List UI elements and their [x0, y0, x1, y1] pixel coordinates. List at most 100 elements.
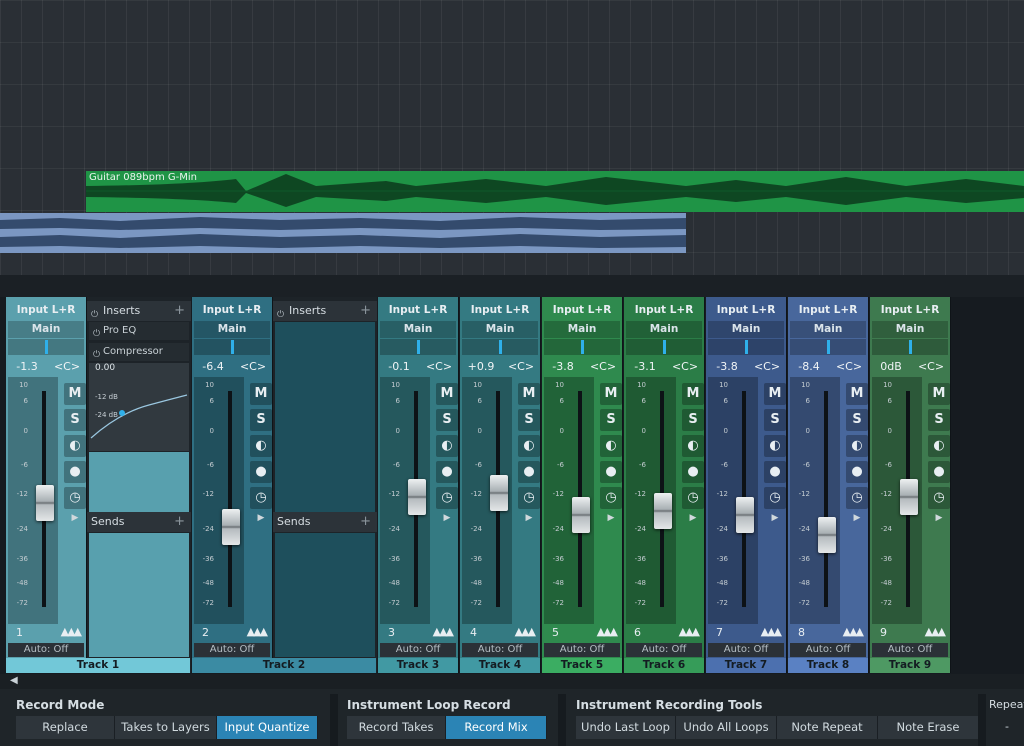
waveform-icon[interactable]: ▲▲▲ — [679, 625, 700, 638]
channel-name[interactable]: Track 1 — [6, 658, 190, 673]
automation-mode[interactable]: Auto: Off — [790, 643, 866, 657]
volume-readout[interactable]: +0.9 — [464, 360, 498, 373]
record-mix-button[interactable]: Record Mix — [446, 716, 547, 739]
pan-readout[interactable]: <C> — [832, 360, 866, 373]
input-selector[interactable]: Input L+R — [790, 301, 866, 319]
volume-readout[interactable]: -1.3 — [10, 360, 44, 373]
insert-compressor[interactable]: ⏻ Compressor — [89, 343, 189, 361]
clock-icon[interactable]: ◷ — [518, 487, 540, 509]
audio-clip-guitar[interactable]: Guitar 089bpm G-Min — [86, 171, 1024, 212]
automation-mode[interactable]: Auto: Off — [872, 643, 948, 657]
volume-readout[interactable]: -3.8 — [546, 360, 580, 373]
output-selector[interactable]: Main — [544, 321, 620, 338]
clock-icon[interactable]: ◷ — [928, 487, 950, 509]
record-takes-button[interactable]: Record Takes — [347, 716, 446, 739]
add-insert-icon[interactable]: + — [360, 301, 371, 321]
pan-knob[interactable] — [8, 339, 84, 355]
pan-knob[interactable] — [790, 339, 866, 355]
scroll-left-icon[interactable]: ◀ — [10, 675, 18, 686]
output-selector[interactable]: Main — [872, 321, 948, 338]
mute-button[interactable]: M — [436, 383, 458, 405]
input-selector[interactable]: Input L+R — [8, 301, 84, 319]
volume-fader[interactable] — [818, 517, 836, 553]
waveform-icon[interactable]: ▲▲▲ — [761, 625, 782, 638]
eq-thumbnail[interactable]: 0.00 -12 dB -24 dB — [89, 363, 189, 451]
pan-readout[interactable]: <C> — [586, 360, 620, 373]
power-icon[interactable]: ⏻ — [93, 325, 100, 343]
solo-button[interactable]: S — [436, 409, 458, 431]
expand-icon[interactable]: ▶ — [518, 513, 540, 527]
solo-button[interactable]: S — [64, 409, 86, 431]
clock-icon[interactable]: ◷ — [436, 487, 458, 509]
volume-fader[interactable] — [572, 497, 590, 533]
replace-button[interactable]: Replace — [16, 716, 115, 739]
add-send-icon[interactable]: + — [360, 512, 371, 532]
add-send-icon[interactable]: + — [174, 512, 185, 532]
volume-fader[interactable] — [900, 479, 918, 515]
monitor-icon[interactable]: ◐ — [518, 435, 540, 457]
pan-readout[interactable]: <C> — [914, 360, 948, 373]
record-arm-icon[interactable]: ● — [682, 461, 704, 483]
automation-mode[interactable]: Auto: Off — [462, 643, 538, 657]
pan-readout[interactable]: <C> — [504, 360, 538, 373]
record-arm-icon[interactable]: ● — [846, 461, 868, 483]
repeat-value[interactable]: - — [1005, 720, 1009, 733]
volume-fader[interactable] — [490, 475, 508, 511]
waveform-icon[interactable]: ▲▲▲ — [247, 625, 268, 638]
solo-button[interactable]: S — [518, 409, 540, 431]
record-arm-icon[interactable]: ● — [928, 461, 950, 483]
inserts-header[interactable]: ⏻ Inserts + — [273, 301, 377, 321]
output-selector[interactable]: Main — [626, 321, 702, 338]
output-selector[interactable]: Main — [790, 321, 866, 338]
clock-icon[interactable]: ◷ — [846, 487, 868, 509]
mute-button[interactable]: M — [250, 383, 272, 405]
output-selector[interactable]: Main — [380, 321, 456, 338]
waveform-icon[interactable]: ▲▲▲ — [597, 625, 618, 638]
undo-last-loop-button[interactable]: Undo Last Loop — [576, 716, 676, 739]
solo-button[interactable]: S — [928, 409, 950, 431]
insert-pro-eq[interactable]: ⏻ Pro EQ — [89, 322, 189, 340]
output-selector[interactable]: Main — [8, 321, 84, 338]
solo-button[interactable]: S — [846, 409, 868, 431]
solo-button[interactable]: S — [600, 409, 622, 431]
pan-knob[interactable] — [462, 339, 538, 355]
pan-knob[interactable] — [194, 339, 270, 355]
inserts-header[interactable]: ⏻ Inserts + — [87, 301, 191, 321]
channel-name[interactable]: Track 8 — [788, 658, 868, 673]
monitor-icon[interactable]: ◐ — [928, 435, 950, 457]
pan-readout[interactable]: <C> — [50, 360, 84, 373]
clock-icon[interactable]: ◷ — [764, 487, 786, 509]
channel-name[interactable]: Track 5 — [542, 658, 622, 673]
input-selector[interactable]: Input L+R — [544, 301, 620, 319]
add-insert-icon[interactable]: + — [174, 301, 185, 321]
automation-mode[interactable]: Auto: Off — [380, 643, 456, 657]
record-arm-icon[interactable]: ● — [250, 461, 272, 483]
monitor-icon[interactable]: ◐ — [64, 435, 86, 457]
expand-icon[interactable]: ▶ — [64, 513, 86, 527]
waveform-icon[interactable]: ▲▲▲ — [61, 625, 82, 638]
pan-knob[interactable] — [708, 339, 784, 355]
expand-icon[interactable]: ▶ — [846, 513, 868, 527]
pan-readout[interactable]: <C> — [668, 360, 702, 373]
volume-fader[interactable] — [36, 485, 54, 521]
sends-header[interactable]: Sends + — [273, 512, 377, 532]
record-arm-icon[interactable]: ● — [764, 461, 786, 483]
audio-clip-track-2[interactable] — [0, 213, 686, 253]
note-repeat-button[interactable]: Note Repeat — [777, 716, 878, 739]
volume-fader[interactable] — [736, 497, 754, 533]
mute-button[interactable]: M — [518, 383, 540, 405]
automation-mode[interactable]: Auto: Off — [8, 643, 84, 657]
volume-readout[interactable]: -3.1 — [628, 360, 662, 373]
pan-knob[interactable] — [626, 339, 702, 355]
input-selector[interactable]: Input L+R — [626, 301, 702, 319]
record-arm-icon[interactable]: ● — [64, 461, 86, 483]
monitor-icon[interactable]: ◐ — [846, 435, 868, 457]
clock-icon[interactable]: ◷ — [600, 487, 622, 509]
volume-readout[interactable]: 0dB — [874, 360, 908, 373]
expand-icon[interactable]: ▶ — [764, 513, 786, 527]
undo-all-loops-button[interactable]: Undo All Loops — [676, 716, 777, 739]
solo-button[interactable]: S — [250, 409, 272, 431]
mute-button[interactable]: M — [764, 383, 786, 405]
record-arm-icon[interactable]: ● — [436, 461, 458, 483]
clock-icon[interactable]: ◷ — [682, 487, 704, 509]
